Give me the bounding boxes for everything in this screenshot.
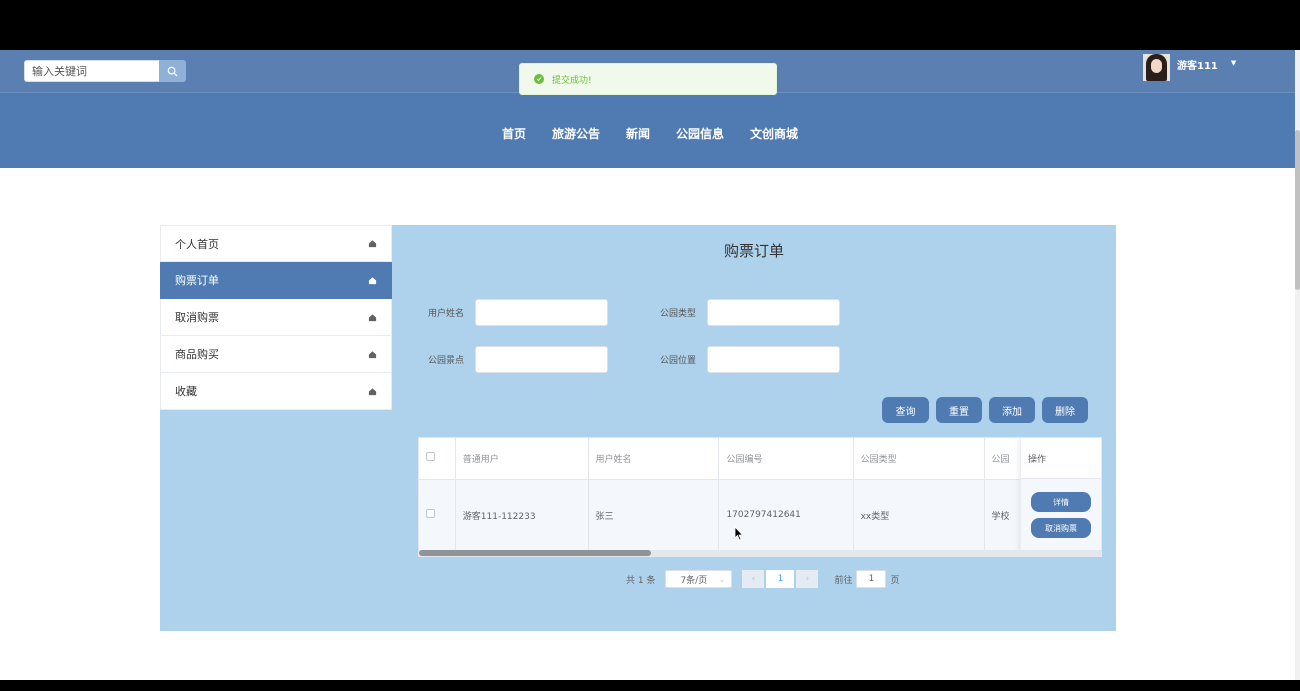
- search-input[interactable]: [24, 60, 159, 82]
- sidebar-item-ticket-orders[interactable]: 购票订单: [160, 262, 392, 299]
- table-hscroll[interactable]: [419, 550, 1101, 556]
- table-header-row: 普通用户 用户姓名 公园编号 公园类型 公园: [419, 438, 1101, 480]
- sidebar-item-favorites[interactable]: 收藏: [160, 373, 392, 410]
- sidebar-item-label: 个人首页: [175, 237, 219, 251]
- avatar[interactable]: [1143, 54, 1170, 81]
- park-type-label: 公园类型: [660, 309, 697, 319]
- table-hscroll-thumb[interactable]: [419, 550, 651, 556]
- caret-down-icon[interactable]: ▼: [1231, 59, 1236, 67]
- park-location-label: 公园位置: [660, 356, 697, 366]
- col-header-ops: 操作: [1021, 438, 1101, 479]
- page: 提交成功! 游客111 ▼ 首页 旅游公告 新闻 公园信息 文创商城 购票订单 …: [0, 50, 1300, 680]
- search-button[interactable]: [159, 60, 186, 82]
- col-header-park-no[interactable]: 公园编号: [718, 438, 854, 480]
- form-park-location: 公园位置: [660, 346, 840, 373]
- orders-content: 购票订单 用户姓名 公园类型 公园景点 公园位置 查询 重置 添加 删除 普通用…: [392, 225, 1116, 631]
- user-menu[interactable]: 游客111 ▼: [1143, 54, 1236, 81]
- success-toast: 提交成功!: [519, 63, 777, 95]
- reset-button[interactable]: 重置: [936, 397, 982, 423]
- col-header-park-type[interactable]: 公园类型: [853, 438, 985, 480]
- home-icon: [368, 240, 377, 248]
- toast-message: 提交成功!: [552, 75, 592, 86]
- query-button[interactable]: 查询: [882, 397, 929, 423]
- pagination: 共 1 条 7条/页 ⌄ ‹ 1 › 前往 1 页: [626, 570, 899, 588]
- check-circle-icon: [534, 74, 544, 84]
- select-all-checkbox[interactable]: [426, 452, 435, 462]
- col-header-user[interactable]: 普通用户: [455, 438, 589, 480]
- pagination-total: 共 1 条: [626, 575, 656, 586]
- nav-item-shop[interactable]: 文创商城: [750, 125, 798, 142]
- goto-label: 前往: [834, 575, 853, 586]
- goto-suffix: 页: [890, 575, 900, 586]
- home-icon: [368, 313, 377, 321]
- mouse-cursor-icon: [734, 526, 744, 541]
- page-title: 购票订单: [723, 242, 784, 260]
- sidebar-item-label: 商品购买: [175, 348, 219, 361]
- search-icon: [167, 66, 178, 77]
- add-button[interactable]: 添加: [989, 397, 1035, 423]
- screen-bottom-bar: [0, 680, 1300, 691]
- sidebar-item-profile[interactable]: 个人首页: [160, 225, 392, 262]
- nav-item-announcements[interactable]: 旅游公告: [552, 125, 600, 142]
- sidebar-item-label: 收藏: [175, 385, 197, 398]
- cell-user: 游客111-112233: [455, 479, 589, 551]
- delete-button[interactable]: 删除: [1042, 397, 1088, 423]
- nav-item-park-info[interactable]: 公园信息: [676, 125, 724, 142]
- row-checkbox[interactable]: [426, 509, 435, 519]
- cell-name: 张三: [588, 479, 720, 551]
- home-icon: [368, 276, 377, 284]
- home-icon: [368, 387, 377, 395]
- page-scrollbar-thumb[interactable]: [1295, 130, 1300, 290]
- chevron-down-icon: ⌄: [718, 574, 726, 584]
- home-icon: [368, 350, 377, 358]
- park-spot-input[interactable]: [475, 346, 608, 373]
- sidebar-item-cancel-ticket[interactable]: 取消购票: [160, 299, 392, 336]
- ops-cell: 详情 取消购票: [1021, 479, 1101, 551]
- main-nav: 首页 旅游公告 新闻 公园信息 文创商城: [0, 125, 1300, 142]
- nav-item-home[interactable]: 首页: [502, 125, 526, 142]
- table-row[interactable]: 游客111-112233 张三 1702797412641 xx类型 学校: [419, 479, 1101, 551]
- user-name-label: 用户姓名: [428, 309, 465, 319]
- park-spot-label: 公园景点: [428, 356, 465, 366]
- sidebar-item-product-purchase[interactable]: 商品购买: [160, 336, 392, 373]
- cancel-ticket-button[interactable]: 取消购票: [1031, 518, 1091, 538]
- sidebar-item-label: 取消购票: [175, 311, 219, 324]
- park-location-input[interactable]: [707, 346, 840, 373]
- orders-table-grid: 普通用户 用户姓名 公园编号 公园类型 公园 游客111-112233 张三 1…: [419, 438, 1101, 551]
- sidebar-item-label: 购票订单: [175, 274, 219, 287]
- sidebar: 个人首页 购票订单 取消购票 商品购买 收藏: [160, 225, 392, 410]
- page-number[interactable]: 1: [766, 570, 795, 588]
- user-name[interactable]: 游客111: [1177, 57, 1218, 72]
- orders-table: 普通用户 用户姓名 公园编号 公园类型 公园 游客111-112233 张三 1…: [418, 437, 1102, 557]
- cell-park-type: xx类型: [853, 479, 985, 551]
- row-select-cell: [419, 479, 456, 551]
- next-page-button[interactable]: ›: [796, 570, 819, 588]
- goto-page-input[interactable]: 1: [856, 570, 887, 588]
- form-user-name: 用户姓名: [428, 299, 608, 326]
- page-size-select[interactable]: 7条/页 ⌄: [665, 570, 733, 588]
- user-name-input[interactable]: [475, 299, 608, 326]
- form-park-spot: 公园景点: [428, 346, 608, 373]
- page-size-value: 7条/页: [680, 575, 708, 586]
- screen-top-bar: [0, 0, 1300, 50]
- search-box: [24, 60, 186, 82]
- page-scrollbar[interactable]: [1295, 50, 1300, 680]
- select-all-cell: [419, 438, 456, 480]
- park-type-input[interactable]: [707, 299, 840, 326]
- ops-column: 操作 详情 取消购票: [1020, 438, 1101, 556]
- action-buttons: 查询 重置 添加 删除: [882, 397, 1095, 423]
- detail-button[interactable]: 详情: [1031, 492, 1091, 512]
- prev-page-button[interactable]: ‹: [742, 570, 765, 588]
- goto-page: 前往 1 页: [834, 570, 899, 588]
- nav-item-news[interactable]: 新闻: [626, 125, 650, 142]
- col-header-name[interactable]: 用户姓名: [588, 438, 720, 480]
- form-park-type: 公园类型: [660, 299, 840, 326]
